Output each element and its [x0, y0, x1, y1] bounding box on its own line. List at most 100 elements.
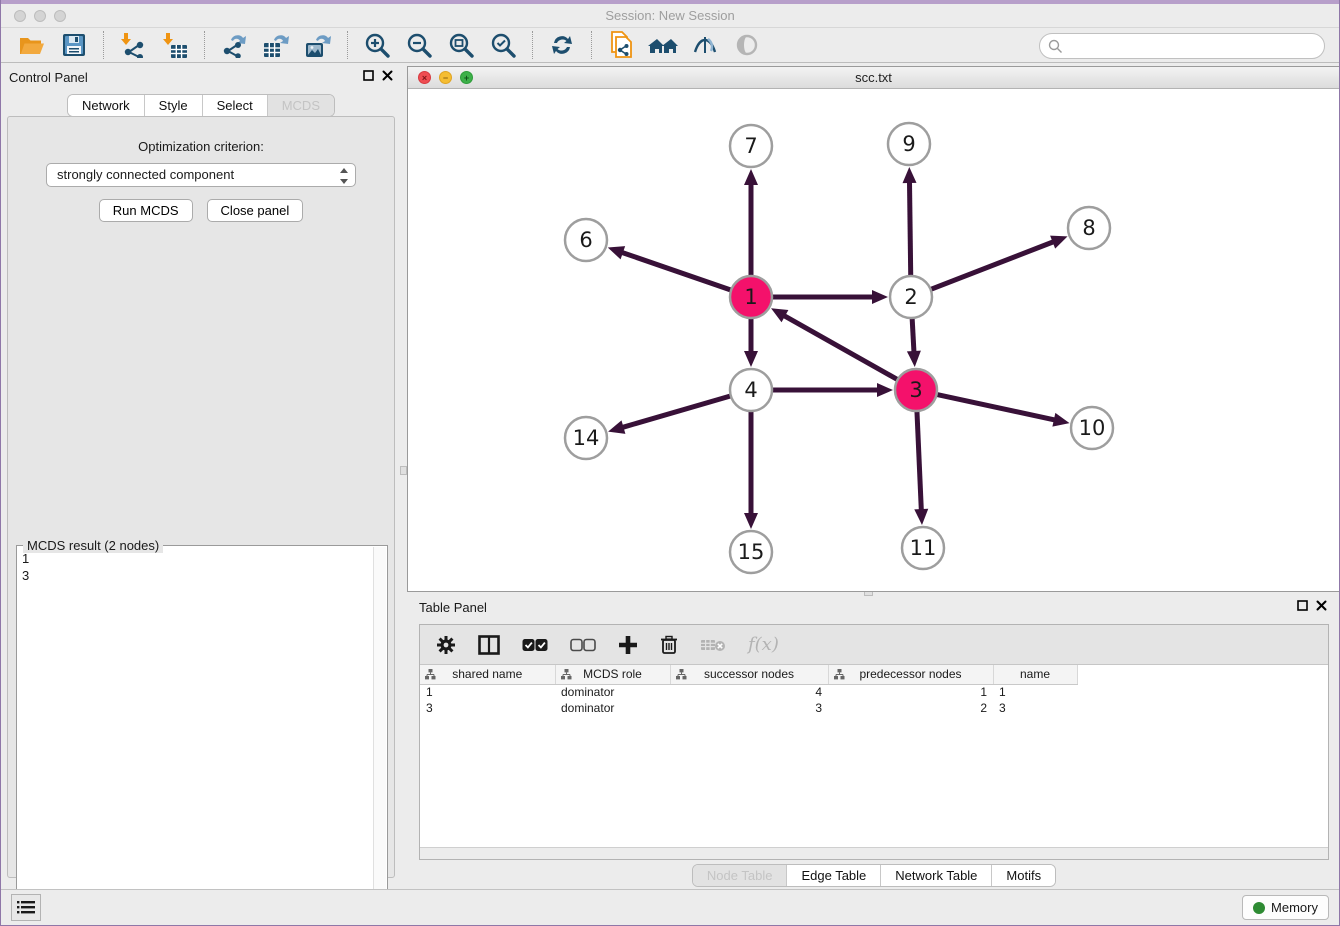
zoom-out-icon[interactable]	[404, 30, 434, 60]
column-header-successor-nodes[interactable]: successor nodes	[670, 665, 828, 684]
export-network-icon[interactable]	[219, 30, 249, 60]
result-scrollbar[interactable]	[373, 547, 386, 919]
column-header-shared-name[interactable]: shared name	[420, 665, 555, 684]
graph-edge[interactable]	[783, 315, 897, 380]
graph-node-label: 8	[1082, 216, 1095, 240]
tab-node-table[interactable]: Node Table	[693, 865, 788, 886]
search-field[interactable]	[1039, 33, 1325, 59]
graph-edge-arrow	[903, 167, 917, 183]
tab-mcds[interactable]: MCDS	[268, 95, 334, 116]
graph-edge-arrow	[608, 420, 625, 433]
export-image-icon[interactable]	[303, 30, 333, 60]
select-all-icon[interactable]	[522, 638, 548, 652]
column-header-name[interactable]: name	[993, 665, 1077, 684]
graph-node-label: 7	[744, 134, 757, 158]
add-column-icon[interactable]	[618, 635, 638, 655]
column-header-filler	[1077, 665, 1328, 684]
table-row[interactable]: 3dominator323	[420, 700, 1328, 716]
float-panel-icon[interactable]	[363, 70, 374, 81]
mcds-result-text: 1 3	[19, 550, 371, 918]
node-table: shared name MCDS role successor nodes pr…	[420, 665, 1328, 716]
zoom-selected-icon[interactable]	[488, 30, 518, 60]
tab-edge-table[interactable]: Edge Table	[787, 865, 881, 886]
column-header-predecessor-nodes[interactable]: predecessor nodes	[828, 665, 993, 684]
toolbar-separator	[591, 31, 592, 59]
hide-panels-icon[interactable]	[690, 30, 720, 60]
main-titlebar: Session: New Session	[1, 4, 1339, 27]
graph-node-label: 10	[1079, 416, 1106, 440]
graph-edge[interactable]	[622, 396, 731, 428]
application-window: Session: New Session	[0, 0, 1340, 926]
refresh-icon[interactable]	[547, 30, 577, 60]
memory-status-icon	[1253, 902, 1265, 914]
zoom-in-icon[interactable]	[362, 30, 392, 60]
import-table-icon[interactable]	[160, 30, 190, 60]
tab-network-table[interactable]: Network Table	[881, 865, 992, 886]
optimization-criterion-value: strongly connected component	[57, 167, 234, 182]
graph-edge-arrow	[872, 290, 888, 304]
tab-motifs[interactable]: Motifs	[992, 865, 1055, 886]
table-row[interactable]: 1dominator411	[420, 684, 1328, 700]
graph-node-label: 1	[744, 285, 757, 309]
column-view-icon[interactable]	[478, 635, 500, 655]
graph-edge-arrow	[907, 351, 921, 367]
search-input[interactable]	[1068, 36, 1324, 56]
close-panel-icon[interactable]	[382, 70, 393, 81]
column-header-mcds-role[interactable]: MCDS role	[555, 665, 670, 684]
float-table-panel-icon[interactable]	[1297, 600, 1308, 611]
status-bar: Memory	[1, 889, 1339, 925]
graph-edge[interactable]	[909, 181, 910, 276]
main-toolbar	[1, 27, 1339, 63]
graph-node-label: 14	[573, 426, 600, 450]
toolbar-separator	[103, 31, 104, 59]
open-file-icon[interactable]	[17, 30, 47, 60]
graph-node-label: 9	[902, 132, 915, 156]
vertical-splitter-handle[interactable]	[400, 466, 407, 475]
clone-network-icon[interactable]	[606, 30, 636, 60]
home-icon[interactable]	[648, 30, 678, 60]
deselect-all-icon[interactable]	[570, 638, 596, 652]
graph-edge-arrow	[877, 383, 893, 397]
delete-column-icon[interactable]	[660, 635, 678, 655]
tab-network[interactable]: Network	[68, 95, 145, 116]
zoom-fit-icon[interactable]	[446, 30, 476, 60]
table-empty-area	[420, 716, 1328, 847]
network-graph: 7968124314101511	[408, 89, 1339, 592]
optimization-criterion-select[interactable]: strongly connected component	[46, 163, 356, 187]
run-mcds-button[interactable]: Run MCDS	[99, 199, 193, 222]
table-horizontal-scrollbar[interactable]	[420, 847, 1328, 859]
graph-edge[interactable]	[917, 411, 921, 511]
list-icon	[17, 900, 35, 915]
table-panel-tabs: Node Table Edge Table Network Table Moti…	[407, 864, 1340, 887]
graph-edge[interactable]	[912, 318, 914, 353]
delete-table-icon[interactable]	[700, 637, 726, 653]
network-canvas[interactable]: 7968124314101511	[408, 89, 1339, 591]
tab-style[interactable]: Style	[145, 95, 203, 116]
show-panels-icon[interactable]	[732, 30, 762, 60]
node-table-container: f(x) shared name MCDS role successor nod…	[419, 624, 1329, 860]
function-builder-icon[interactable]: f(x)	[748, 634, 779, 655]
table-toolbar: f(x)	[420, 625, 1328, 665]
graph-node-label: 4	[744, 378, 757, 402]
graph-edge[interactable]	[621, 252, 731, 290]
table-panel: Table Panel f(x) shared name	[407, 596, 1340, 888]
memory-button[interactable]: Memory	[1242, 895, 1329, 920]
search-icon	[1048, 39, 1063, 54]
network-window-titlebar[interactable]: × − + scc.txt	[408, 67, 1339, 89]
graph-edge[interactable]	[931, 241, 1055, 289]
export-table-icon[interactable]	[261, 30, 291, 60]
graph-edge[interactable]	[937, 394, 1056, 420]
close-table-panel-icon[interactable]	[1316, 600, 1327, 611]
close-panel-button[interactable]: Close panel	[207, 199, 304, 222]
save-session-icon[interactable]	[59, 30, 89, 60]
import-network-icon[interactable]	[118, 30, 148, 60]
task-history-button[interactable]	[11, 894, 41, 921]
network-window-title: scc.txt	[408, 70, 1339, 85]
tab-select[interactable]: Select	[203, 95, 268, 116]
table-body: 1dominator4113dominator323	[420, 684, 1328, 716]
graph-edge-arrow	[744, 169, 758, 185]
graph-node-label: 2	[904, 285, 917, 309]
graph-edge-arrow	[744, 513, 758, 529]
table-header-row: shared name MCDS role successor nodes pr…	[420, 665, 1328, 684]
gear-icon[interactable]	[436, 635, 456, 655]
